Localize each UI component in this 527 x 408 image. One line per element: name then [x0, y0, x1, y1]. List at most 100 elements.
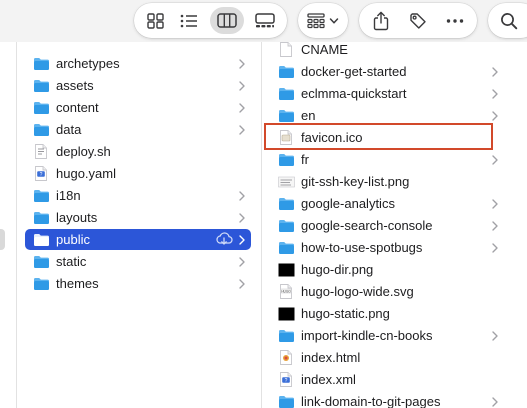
- search-inner: [494, 7, 524, 34]
- item-label: eclmma-quickstart: [301, 86, 407, 101]
- folder-icon: [32, 254, 50, 270]
- folder-icon: [277, 108, 295, 124]
- group-by-button[interactable]: [298, 3, 348, 38]
- folder-row[interactable]: archetypes: [25, 53, 251, 74]
- item-label: favicon.ico: [301, 130, 363, 145]
- more-icon: [446, 18, 464, 23]
- folder-row[interactable]: docker-get-started: [270, 61, 504, 82]
- list-view-button[interactable]: [174, 7, 204, 34]
- folder-row[interactable]: google-search-console: [270, 215, 504, 236]
- share-icon: [373, 11, 389, 30]
- folder-icon: [32, 100, 50, 116]
- svg-file-icon: HUGO: [277, 284, 295, 300]
- file-row[interactable]: index.html: [270, 347, 504, 368]
- previous-column-selection: [0, 229, 5, 250]
- folder-row[interactable]: content: [25, 97, 251, 118]
- gallery-view-button[interactable]: [249, 7, 281, 34]
- cloud-download-icon[interactable]: [215, 231, 233, 247]
- folder-row[interactable]: layouts: [25, 207, 251, 228]
- chevron-right-icon: [490, 149, 500, 170]
- chevron-right-icon: [490, 83, 500, 104]
- item-label: hugo-logo-wide.svg: [301, 284, 414, 299]
- folder-row[interactable]: i18n: [25, 185, 251, 206]
- folder-row[interactable]: en: [270, 105, 504, 126]
- image-file-icon: [277, 306, 295, 322]
- tag-icon: [410, 12, 426, 29]
- image-file-icon: [277, 262, 295, 278]
- item-label: data: [56, 122, 82, 137]
- folder-row[interactable]: static: [25, 251, 251, 272]
- svg-text:?: ?: [285, 378, 288, 384]
- item-label: layouts: [56, 210, 98, 225]
- file-row[interactable]: hugo-static.png: [270, 303, 504, 324]
- folder-icon: [32, 210, 50, 226]
- file-row[interactable]: deploy.sh: [25, 141, 251, 162]
- folder-row[interactable]: themes: [25, 273, 251, 294]
- column-hugo-root[interactable]: archetypes assets content data deploy.sh? hug…: [17, 42, 262, 408]
- chevron-right-icon: [237, 119, 247, 140]
- column-view-button[interactable]: [210, 7, 244, 34]
- folder-icon: [277, 240, 295, 256]
- search-button[interactable]: [488, 3, 527, 38]
- chevron-right-icon: [490, 237, 500, 258]
- folder-icon: [277, 218, 295, 234]
- item-label: fr: [301, 152, 309, 167]
- chevron-right-icon: [490, 105, 500, 126]
- more-button[interactable]: [441, 7, 469, 34]
- toolbar: [0, 0, 527, 42]
- html-file-icon: [277, 350, 295, 366]
- file-row[interactable]: favicon.ico: [270, 127, 504, 148]
- tag-button[interactable]: [404, 7, 432, 34]
- file-row[interactable]: CNAME: [270, 39, 504, 60]
- file-row[interactable]: ? index.xml: [270, 369, 504, 390]
- folder-icon: [277, 328, 295, 344]
- folder-icon: [277, 86, 295, 102]
- item-label: how-to-use-spotbugs: [301, 240, 423, 255]
- file-row[interactable]: git-ssh-key-list.png: [270, 171, 504, 192]
- folder-icon: [277, 152, 295, 168]
- icon-view-icon: [146, 12, 164, 29]
- folder-icon: [32, 122, 50, 138]
- folder-row[interactable]: fr: [270, 149, 504, 170]
- item-label: deploy.sh: [56, 144, 111, 159]
- folder-icon: [32, 78, 50, 94]
- yaml-file-icon: ?: [32, 166, 50, 182]
- folder-row[interactable]: eclmma-quickstart: [270, 83, 504, 104]
- item-label: hugo-static.png: [301, 306, 390, 321]
- document-icon: [32, 144, 50, 160]
- item-label: hugo-dir.png: [301, 262, 374, 277]
- file-row[interactable]: hugo-dir.png: [270, 259, 504, 280]
- chevron-right-icon: [237, 53, 247, 74]
- item-label: themes: [56, 276, 99, 291]
- item-label: hugo.yaml: [56, 166, 116, 181]
- folder-row[interactable]: google-analytics: [270, 193, 504, 214]
- file-row[interactable]: HUGO hugo-logo-wide.svg: [270, 281, 504, 302]
- group-by-icon: [307, 12, 325, 28]
- column-browser: archetypes assets content data deploy.sh? hug…: [0, 42, 527, 408]
- chevron-right-icon: [490, 215, 500, 236]
- share-button[interactable]: [367, 7, 395, 34]
- previous-column-edge[interactable]: [0, 42, 17, 408]
- item-label: google-search-console: [301, 218, 433, 233]
- icon-view-button[interactable]: [140, 7, 170, 34]
- folder-row[interactable]: import-kindle-cn-books: [270, 325, 504, 346]
- chevron-right-icon: [237, 75, 247, 96]
- gallery-view-icon: [255, 13, 275, 28]
- folder-row[interactable]: public: [25, 229, 251, 250]
- folder-row[interactable]: data: [25, 119, 251, 140]
- finder-window: archetypes assets content data deploy.sh? hug…: [0, 0, 527, 408]
- folder-icon: [277, 64, 295, 80]
- folder-row[interactable]: link-domain-to-git-pages: [270, 391, 504, 408]
- file-row[interactable]: ? hugo.yaml: [25, 163, 251, 184]
- svg-text:?: ?: [40, 172, 43, 178]
- group-by-inner: [303, 7, 343, 34]
- view-switcher: [134, 3, 287, 38]
- folder-row[interactable]: assets: [25, 75, 251, 96]
- search-icon: [501, 12, 518, 29]
- item-label: index.xml: [301, 372, 356, 387]
- folder-icon: [277, 196, 295, 212]
- item-label: CNAME: [301, 42, 348, 57]
- item-label: link-domain-to-git-pages: [301, 394, 441, 408]
- folder-row[interactable]: how-to-use-spotbugs: [270, 237, 504, 258]
- column-public[interactable]: CNAME docker-get-started eclmma-quickstart…: [262, 42, 527, 408]
